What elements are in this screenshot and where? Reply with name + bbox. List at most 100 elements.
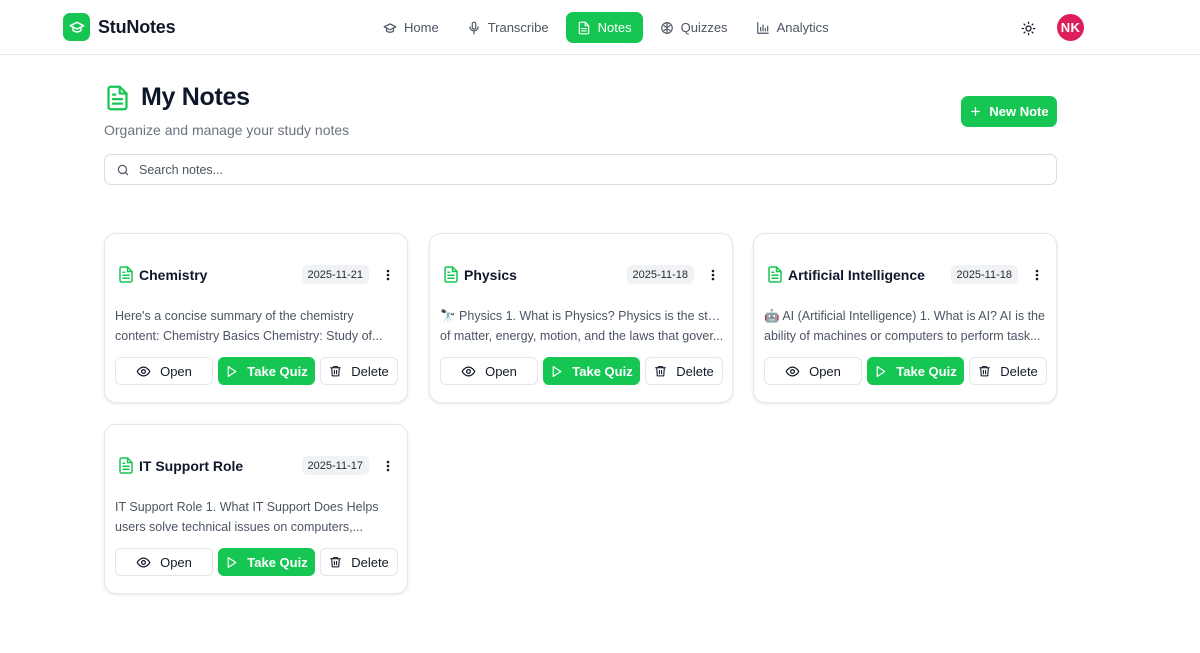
note-preview-line: of matter, energy, motion, and the laws … <box>440 329 724 343</box>
note-card-chemistry[interactable]: Chemistry 2025-11-21 Here's a concise su… <box>104 233 408 403</box>
delete-label: Delete <box>1000 363 1038 379</box>
more-vertical-icon[interactable] <box>381 266 395 284</box>
note-preview: 🤖 AI (Artificial Intelligence) 1. What i… <box>764 306 1048 346</box>
open-label: Open <box>485 363 517 379</box>
nav-item-quizzes[interactable]: Quizzes <box>649 12 739 43</box>
note-preview: IT Support Role 1. What IT Support Does … <box>115 497 399 537</box>
file-text-icon <box>117 265 135 289</box>
brain-icon <box>660 21 673 34</box>
nav-item-notes[interactable]: Notes <box>565 12 643 43</box>
graduation-cap-logo-icon <box>63 13 90 41</box>
note-title: Physics <box>464 267 517 283</box>
open-label: Open <box>160 554 192 570</box>
delete-label: Delete <box>351 554 389 570</box>
open-button[interactable]: Open <box>115 357 213 385</box>
new-note-button[interactable]: New Note <box>961 96 1057 127</box>
note-title: Artificial Intelligence <box>788 267 925 283</box>
more-vertical-icon[interactable] <box>381 457 395 475</box>
note-preview-line: content: Chemistry Basics Chemistry: Stu… <box>115 329 383 343</box>
take-quiz-button[interactable]: Take Quiz <box>867 357 964 385</box>
take-quiz-button[interactable]: Take Quiz <box>218 548 315 576</box>
note-title: IT Support Role <box>139 458 244 474</box>
delete-label: Delete <box>351 363 389 379</box>
more-vertical-icon[interactable] <box>1030 266 1044 284</box>
note-preview-line: users solve technical issues on computer… <box>115 520 364 534</box>
note-title: Chemistry <box>139 267 208 283</box>
nav-label: Quizzes <box>680 20 728 35</box>
note-card-artificial-intelligence[interactable]: Artificial Intelligence 2025-11-18 🤖 AI … <box>753 233 1057 403</box>
trash-icon <box>655 366 667 377</box>
search-bar <box>104 154 1057 185</box>
trash-icon <box>330 557 342 568</box>
nav-label: Home <box>404 20 439 35</box>
play-icon <box>876 365 886 377</box>
take-quiz-label: Take Quiz <box>247 363 308 379</box>
page-subtitle: Organize and manage your study notes <box>104 122 350 138</box>
note-preview-line: 🔭 Physics 1. What is Physics? Physics is… <box>440 309 724 323</box>
delete-button[interactable]: Delete <box>320 548 398 576</box>
note-date-badge: 2025-11-21 <box>301 265 369 284</box>
file-text-icon <box>117 456 135 480</box>
bar-chart-icon <box>756 21 769 34</box>
open-label: Open <box>160 363 192 379</box>
eye-icon <box>461 366 476 376</box>
take-quiz-label: Take Quiz <box>896 363 957 379</box>
open-button[interactable]: Open <box>764 357 862 385</box>
page-title: My Notes <box>141 83 250 111</box>
eye-icon <box>136 366 151 376</box>
nav-item-transcribe[interactable]: Transcribe <box>456 12 560 43</box>
main-nav: Home Transcribe Notes Quizzes Analytics <box>372 12 840 43</box>
take-quiz-label: Take Quiz <box>572 363 633 379</box>
theme-toggle-button[interactable] <box>1018 18 1038 38</box>
file-text-icon <box>104 84 131 117</box>
play-icon <box>552 365 562 377</box>
sun-icon <box>1021 21 1035 35</box>
delete-button[interactable]: Delete <box>969 357 1047 385</box>
play-icon <box>227 556 237 568</box>
note-card-physics[interactable]: Physics 2025-11-18 🔭 Physics 1. What is … <box>429 233 733 403</box>
file-text-icon <box>442 265 460 289</box>
nav-item-home[interactable]: Home <box>372 12 450 43</box>
note-date-badge: 2025-11-18 <box>626 265 694 284</box>
top-navbar: StuNotes Home Transcribe Notes Quizzes A… <box>0 0 1200 55</box>
note-date-badge: 2025-11-18 <box>950 265 1018 284</box>
nav-label: Analytics <box>776 20 829 35</box>
open-button[interactable]: Open <box>440 357 538 385</box>
note-preview: Here's a concise summary of the chemistr… <box>115 306 399 346</box>
file-text-icon <box>578 21 589 34</box>
nav-item-analytics[interactable]: Analytics <box>745 12 840 43</box>
trash-icon <box>979 366 991 377</box>
note-preview: 🔭 Physics 1. What is Physics? Physics is… <box>440 306 724 346</box>
nav-label: Notes <box>597 20 632 35</box>
new-note-label: New Note <box>989 104 1049 119</box>
open-label: Open <box>809 363 841 379</box>
note-card-it-support-role[interactable]: IT Support Role 2025-11-17 IT Support Ro… <box>104 424 408 594</box>
graduation-cap-icon <box>383 22 397 33</box>
play-icon <box>227 365 237 377</box>
eye-icon <box>785 366 800 376</box>
eye-icon <box>136 557 151 567</box>
brand[interactable]: StuNotes <box>63 13 176 41</box>
delete-label: Delete <box>676 363 714 379</box>
file-text-icon <box>766 265 784 289</box>
take-quiz-button[interactable]: Take Quiz <box>543 357 640 385</box>
note-preview-line: IT Support Role 1. What IT Support Does … <box>115 500 379 514</box>
nav-label: Transcribe <box>487 20 549 35</box>
delete-button[interactable]: Delete <box>320 357 398 385</box>
search-icon <box>116 163 130 177</box>
trash-icon <box>330 366 342 377</box>
plus-icon <box>971 107 981 116</box>
note-preview-line: 🤖 AI (Artificial Intelligence) 1. What i… <box>764 309 1045 323</box>
note-preview-line: ability of machines or computers to perf… <box>764 329 1041 343</box>
take-quiz-label: Take Quiz <box>247 554 308 570</box>
microphone-icon <box>469 21 479 34</box>
delete-button[interactable]: Delete <box>645 357 723 385</box>
take-quiz-button[interactable]: Take Quiz <box>218 357 315 385</box>
open-button[interactable]: Open <box>115 548 213 576</box>
avatar[interactable]: NK <box>1057 14 1084 41</box>
more-vertical-icon[interactable] <box>706 266 720 284</box>
brand-name: StuNotes <box>98 16 176 37</box>
search-input[interactable] <box>139 162 1019 177</box>
note-date-badge: 2025-11-17 <box>301 456 369 475</box>
note-preview-line: Here's a concise summary of the chemistr… <box>115 309 354 323</box>
